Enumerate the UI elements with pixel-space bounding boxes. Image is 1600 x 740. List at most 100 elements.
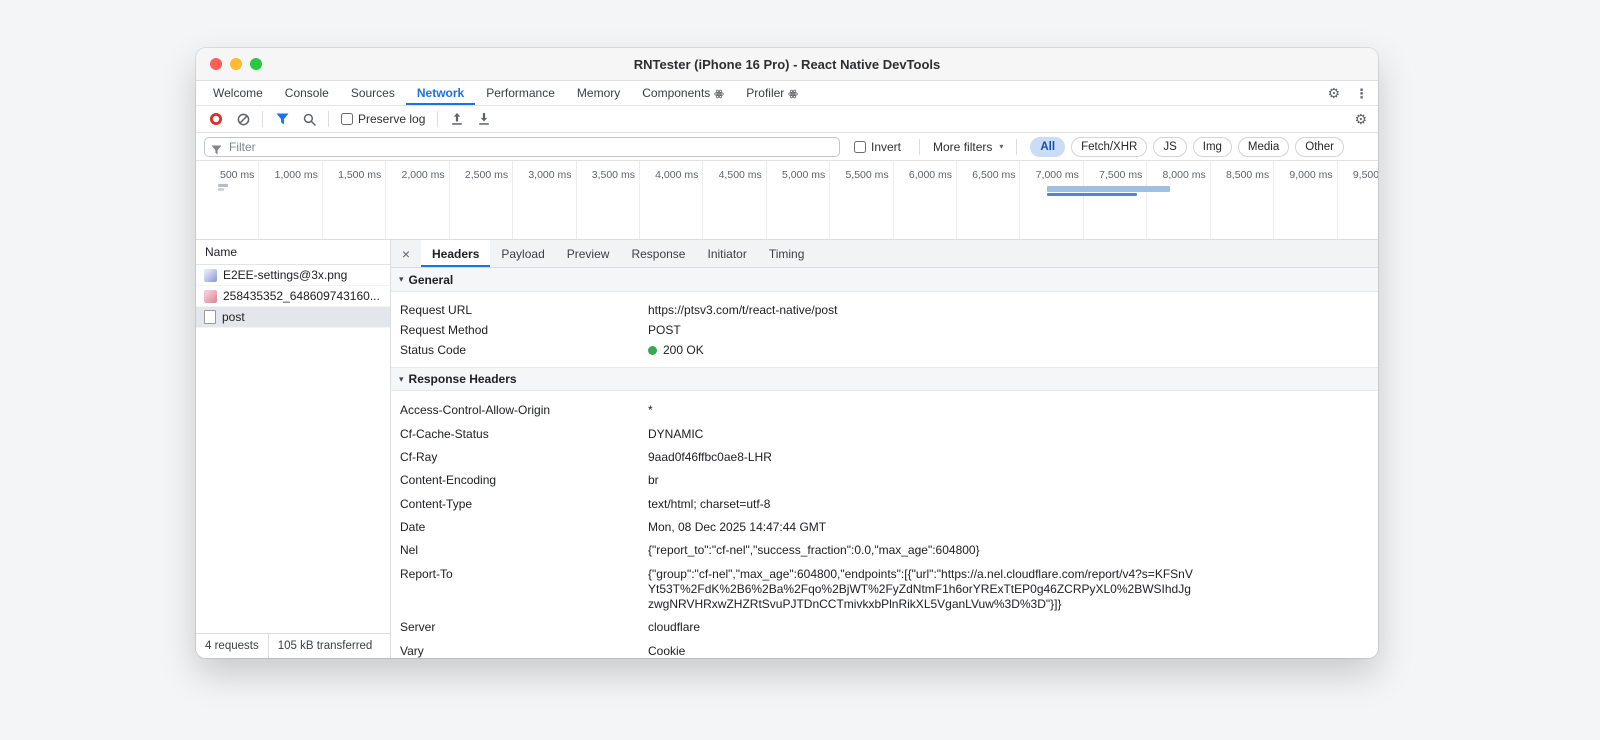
filter-input-wrapper: [204, 136, 840, 157]
tab-label: Sources: [350, 86, 395, 100]
request-name: E2EE-settings@3x.png: [223, 268, 348, 282]
devtools-tabs: Welcome Console Sources Network Performance M…: [202, 81, 809, 105]
details-tab-payload[interactable]: Payload: [490, 240, 555, 267]
header-value: cloudflare: [648, 620, 701, 635]
filter-toggle-button[interactable]: [270, 108, 294, 130]
record-icon: [210, 113, 222, 125]
tab-memory[interactable]: Memory: [566, 81, 631, 105]
disclosure-triangle-icon: ▾: [399, 274, 404, 284]
section-header-response-headers[interactable]: ▾ Response Headers: [391, 367, 1378, 391]
tab-label: Profiler: [746, 86, 785, 100]
settings-gear-icon[interactable]: ⚙: [1327, 86, 1340, 100]
preserve-log-toggle[interactable]: Preserve log: [341, 112, 425, 126]
clear-icon: [237, 113, 249, 125]
details-tab-initiator[interactable]: Initiator: [696, 240, 757, 267]
tab-sources[interactable]: Sources: [340, 81, 406, 105]
headers-section-general: ▾ General Request URL https://ptsv3.com/t/r…: [391, 268, 1378, 367]
image-purple-icon: [204, 268, 217, 282]
tab-console[interactable]: Console: [274, 81, 340, 105]
request-row-post[interactable]: post: [196, 307, 390, 328]
details-tab-timing[interactable]: Timing: [758, 240, 816, 267]
preserve-log-checkbox[interactable]: [341, 113, 353, 125]
timeline-column: 3,500 ms: [577, 161, 640, 239]
clear-network-log-button[interactable]: [231, 108, 255, 130]
window-titlebar: RNTester (iPhone 16 Pro) - React Native …: [196, 48, 1378, 81]
headers-section-response-headers: ▾ Response Headers Access-Control-Allow-Or…: [391, 367, 1378, 658]
gear-icon: ⚙: [1354, 111, 1367, 127]
more-filters-dropdown[interactable]: More filters ▾: [933, 140, 1003, 154]
header-name: Server: [400, 620, 436, 635]
import-har-button[interactable]: [445, 108, 469, 130]
tab-components[interactable]: Components: [631, 81, 735, 105]
request-row-e2ee-settings-3x-png[interactable]: E2EE-settings@3x.png: [196, 265, 390, 286]
search-icon: [303, 113, 316, 126]
request-row-258435352-648609743160[interactable]: 258435352_648609743160...: [196, 286, 390, 307]
timeline-column: 6,500 ms: [957, 161, 1021, 239]
network-settings-button[interactable]: ⚙: [1354, 106, 1367, 132]
timeline-tick-label: 2,000 ms: [401, 169, 445, 181]
timeline-column: 6,000 ms: [894, 161, 958, 239]
requests-rows: E2EE-settings@3x.png 258435352_6486097431…: [196, 265, 390, 328]
tab-performance[interactable]: Performance: [475, 81, 566, 105]
zoom-window-button[interactable]: [250, 58, 262, 70]
tab-network[interactable]: Network: [406, 81, 475, 105]
network-filter-bar: Invert More filters ▾ AllFetch/XHRJSImgM…: [196, 133, 1378, 161]
filter-input[interactable]: [204, 136, 840, 157]
timeline-tick-label: 4,000 ms: [655, 169, 699, 181]
requests-name-column-header[interactable]: Name: [196, 240, 390, 265]
header-row-request-url: Request URL https://ptsv3.com/t/react-nat…: [391, 300, 1378, 320]
timeline-tick-label: 9,000 ms: [1289, 169, 1333, 181]
timeline-column: 9,000 ms: [1274, 161, 1338, 239]
header-value: 9aad0f46ffbc0ae8-LHR: [648, 449, 772, 464]
minimize-window-button[interactable]: [230, 58, 242, 70]
header-name: Status Code: [400, 342, 467, 357]
tab-profiler[interactable]: Profiler: [735, 81, 809, 105]
tab-welcome[interactable]: Welcome: [202, 81, 274, 105]
more-options-icon[interactable]: ⋮: [1355, 87, 1368, 100]
close-details-button[interactable]: ×: [391, 240, 421, 267]
filter-pill-media[interactable]: Media: [1237, 136, 1290, 157]
tab-label: Console: [284, 86, 329, 100]
timeline-grid: 500 ms 1,000 ms 1,500 ms 2,000 ms 2,500 ms 3,…: [196, 161, 1378, 239]
disclosure-triangle-icon: ▾: [399, 373, 404, 384]
timeline-tick-label: 7,500 ms: [1099, 169, 1143, 181]
search-button[interactable]: [297, 108, 321, 130]
timeline-tick-label: 3,000 ms: [528, 169, 572, 181]
toolbar-divider: [262, 111, 263, 127]
document-icon: [204, 310, 216, 324]
timeline-column: 500 ms: [196, 161, 260, 239]
filter-divider: [1016, 138, 1018, 155]
header-name: Date: [400, 520, 426, 535]
section-header-general[interactable]: ▾ General: [391, 268, 1378, 292]
funnel-icon: [276, 113, 288, 125]
details-tab-preview[interactable]: Preview: [556, 240, 621, 267]
network-overview-timeline[interactable]: 500 ms 1,000 ms 1,500 ms 2,000 ms 2,500 ms 3,…: [196, 161, 1378, 240]
details-tab-headers[interactable]: Headers: [421, 240, 491, 267]
request-name: post: [222, 310, 245, 324]
timeline-tick-label: 6,000 ms: [908, 169, 953, 181]
timeline-tick-label: 2,500 ms: [464, 169, 509, 181]
header-name: Content-Type: [400, 496, 473, 511]
preserve-log-label: Preserve log: [358, 112, 426, 126]
export-har-button[interactable]: [472, 108, 496, 130]
close-window-button[interactable]: [210, 58, 222, 70]
filter-pill-all[interactable]: All: [1030, 136, 1066, 157]
invert-filter-toggle[interactable]: Invert: [854, 140, 901, 154]
invert-checkbox[interactable]: [854, 140, 866, 153]
header-row-cf-cache-status: Cf-Cache-Status DYNAMIC: [391, 422, 1378, 445]
details-tab-response[interactable]: Response: [620, 240, 696, 267]
header-value: text/html; charset=utf-8: [648, 496, 771, 511]
filter-pill-other[interactable]: Other: [1295, 136, 1345, 157]
header-row-nel: Nel {"report_to":"cf-nel","success_fracti…: [391, 539, 1378, 562]
header-value: DYNAMIC: [648, 426, 704, 441]
request-count: 4 requests: [205, 640, 259, 652]
header-list: Request URL https://ptsv3.com/t/react-nat…: [391, 292, 1378, 367]
record-network-log-button[interactable]: [204, 108, 228, 130]
header-name: Access-Control-Allow-Origin: [400, 403, 551, 418]
filter-pill-js[interactable]: JS: [1153, 136, 1187, 157]
filter-pill-img[interactable]: Img: [1192, 136, 1232, 157]
timeline-column: 1,500 ms: [323, 161, 387, 239]
timeline-column: 1,000 ms: [259, 161, 323, 239]
filter-pill-fetch-xhr[interactable]: Fetch/XHR: [1071, 136, 1148, 157]
network-content: Name E2EE-settings@3x.png 258435352_64860…: [196, 240, 1378, 658]
